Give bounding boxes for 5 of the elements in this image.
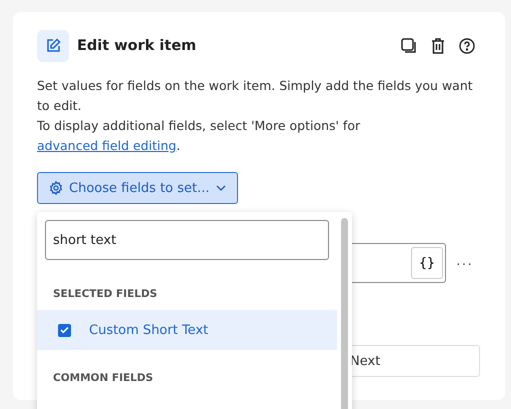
section-heading: COMMON FIELDS bbox=[53, 372, 154, 386]
description-text: To display additional fields, select 'More options' for advanced field editing. bbox=[37, 117, 362, 155]
panel-title: Edit work item bbox=[77, 38, 198, 54]
section-heading: SELECTED FIELDS bbox=[53, 288, 158, 302]
description-text: Set values for fields on the work item. Simply add the fields you want to edit. bbox=[37, 77, 474, 115]
